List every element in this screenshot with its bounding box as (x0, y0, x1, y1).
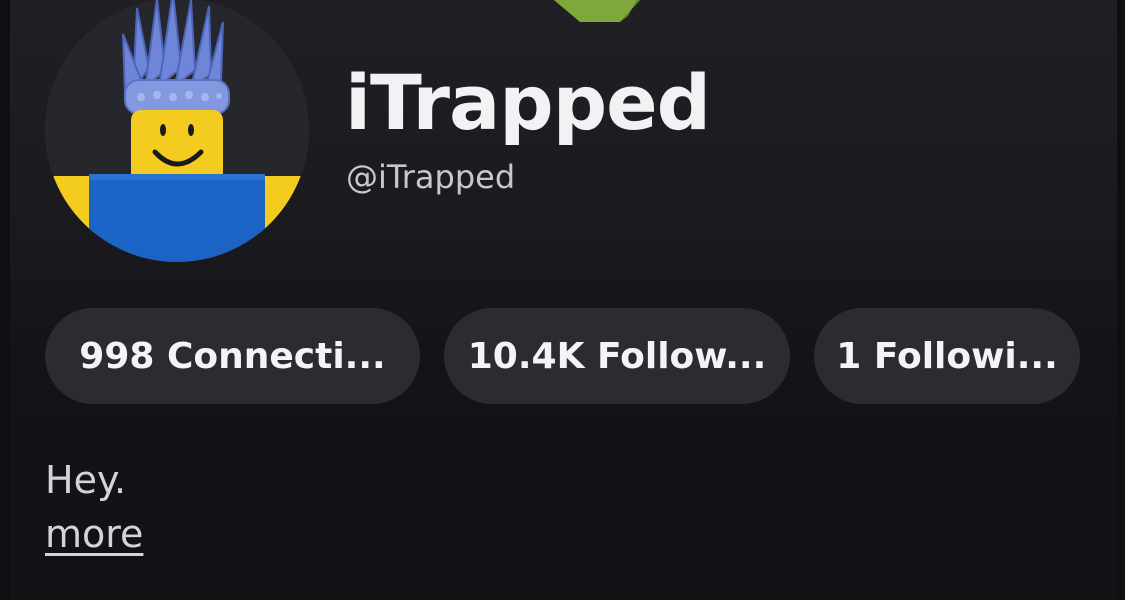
decoration-icon (510, 0, 650, 30)
bio-text: Hey. (45, 458, 127, 502)
left-edge (0, 0, 10, 600)
display-name: iTrapped (345, 58, 711, 147)
right-edge (1117, 0, 1125, 600)
username: @iTrapped (346, 158, 516, 196)
more-link[interactable]: more (45, 512, 143, 556)
connections-button[interactable]: 998 Connecti... (45, 308, 420, 404)
avatar-icon (45, 0, 309, 262)
following-button[interactable]: 1 Followi... (814, 308, 1080, 404)
followers-button[interactable]: 10.4K Follow... (444, 308, 790, 404)
avatar[interactable] (45, 0, 309, 262)
